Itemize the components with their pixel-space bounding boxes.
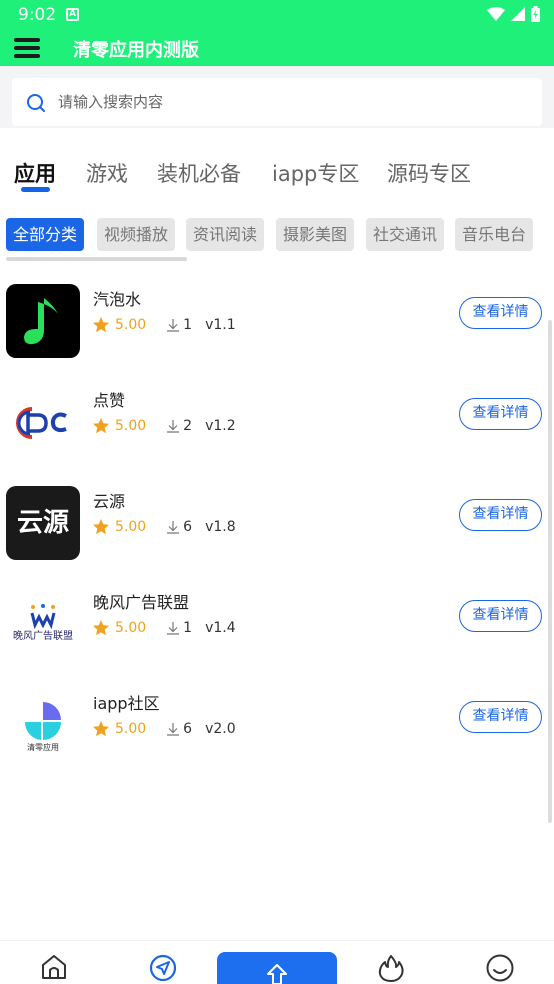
music-note-icon xyxy=(6,284,80,358)
list-item[interactable]: 清零应用 iapp社区 5.00 6 v2.0 查看详情 xyxy=(0,676,554,777)
app-meta: 5.00 6 v2.0 xyxy=(92,718,236,740)
app-rating: 5.00 xyxy=(115,418,147,434)
star-icon xyxy=(93,519,109,535)
fire-icon[interactable] xyxy=(377,953,405,983)
upload-icon xyxy=(267,964,287,984)
chip-news[interactable]: 资讯阅读 xyxy=(186,218,265,251)
chip-all[interactable]: 全部分类 xyxy=(6,218,85,251)
list-item[interactable]: 汽泡水 5.00 1 v1.1 查看详情 xyxy=(0,272,554,373)
app-version: v1.1 xyxy=(205,317,236,333)
app-version: v2.0 xyxy=(205,721,236,737)
app-version: v1.4 xyxy=(205,620,236,636)
status-bar: 9:02 A xyxy=(0,0,554,30)
list-scrollbar[interactable] xyxy=(548,320,552,823)
app-name: 点赞 xyxy=(93,391,126,410)
app-meta: 5.00 6 v1.8 xyxy=(92,516,236,538)
view-details-button[interactable]: 查看详情 xyxy=(459,398,542,430)
search-input[interactable] xyxy=(58,78,528,126)
app-rating: 5.00 xyxy=(115,620,147,636)
list-item[interactable]: 晚风广告联盟 晚风广告联盟 5.00 1 v1.4 查看详情 xyxy=(0,575,554,676)
app-meta: 5.00 2 v1.2 xyxy=(92,415,236,437)
app-rating: 5.00 xyxy=(115,721,147,737)
app-version: v1.8 xyxy=(205,519,236,535)
qingling-logo-icon: 清零应用 xyxy=(6,688,80,762)
menu-icon[interactable] xyxy=(14,38,40,60)
download-icon xyxy=(167,723,180,736)
page-title: 清零应用内测版 xyxy=(73,40,199,61)
app-rating: 5.00 xyxy=(115,519,147,535)
chip-video[interactable]: 视频播放 xyxy=(97,218,176,251)
download-icon xyxy=(167,420,180,433)
app-downloads: 1 xyxy=(183,620,193,636)
chip-music[interactable]: 音乐电台 xyxy=(455,218,534,251)
notification-icon: A xyxy=(66,8,79,21)
app-downloads: 6 xyxy=(183,519,193,535)
app-downloads: 2 xyxy=(183,418,193,434)
status-icons xyxy=(487,6,540,22)
app-name: 云源 xyxy=(93,492,126,511)
home-icon[interactable] xyxy=(40,953,68,981)
app-name: 汽泡水 xyxy=(93,290,142,309)
app-name: 晚风广告联盟 xyxy=(93,593,190,612)
active-tab-indicator xyxy=(21,187,50,192)
tab-essentials[interactable]: 装机必备 xyxy=(157,158,241,188)
wanfeng-logo-icon: 晚风广告联盟 xyxy=(6,587,80,661)
download-icon xyxy=(167,622,180,635)
chips-scrollbar[interactable] xyxy=(6,257,187,261)
search-icon xyxy=(27,94,45,112)
list-item[interactable]: 点赞 5.00 2 v1.2 查看详情 xyxy=(0,373,554,474)
search-box[interactable] xyxy=(12,78,542,126)
star-icon xyxy=(93,721,109,737)
list-item[interactable]: 云源 云源 5.00 6 v1.8 查看详情 xyxy=(0,474,554,575)
view-details-button[interactable]: 查看详情 xyxy=(459,499,542,531)
search-section xyxy=(0,66,554,128)
app-name: iapp社区 xyxy=(93,694,160,713)
signal-icon xyxy=(511,7,525,21)
download-icon xyxy=(167,319,180,332)
download-icon xyxy=(167,521,180,534)
app-version: v1.2 xyxy=(205,418,236,434)
subcategory-chips: 全部分类 视频播放 资讯阅读 摄影美图 社交通讯 音乐电台 xyxy=(6,218,554,252)
yunyuan-logo-icon: 云源 xyxy=(6,486,80,560)
smile-icon[interactable] xyxy=(485,953,515,983)
star-icon xyxy=(93,418,109,434)
app-bar: 清零应用内测版 xyxy=(0,30,554,66)
tab-iapp[interactable]: iapp专区 xyxy=(272,158,359,188)
battery-icon xyxy=(531,6,540,22)
app-downloads: 6 xyxy=(183,721,193,737)
view-details-button[interactable]: 查看详情 xyxy=(459,297,542,329)
chip-photo[interactable]: 摄影美图 xyxy=(276,218,355,251)
view-details-button[interactable]: 查看详情 xyxy=(459,600,542,632)
star-icon xyxy=(93,317,109,333)
navigation-icon[interactable] xyxy=(148,953,178,983)
app-downloads: 1 xyxy=(183,317,193,333)
wifi-icon xyxy=(487,7,505,21)
category-tabs: 应用 游戏 装机必备 iapp专区 源码专区 xyxy=(0,150,554,200)
app-meta: 5.00 1 v1.4 xyxy=(92,617,236,639)
tab-games[interactable]: 游戏 xyxy=(86,158,128,188)
upload-button[interactable] xyxy=(217,952,337,984)
tab-apps[interactable]: 应用 xyxy=(14,158,56,188)
bottom-nav xyxy=(0,940,554,984)
dc-logo-icon xyxy=(6,385,80,459)
app-rating: 5.00 xyxy=(115,317,147,333)
app-meta: 5.00 1 v1.1 xyxy=(92,314,236,336)
status-time: 9:02 xyxy=(18,5,57,25)
view-details-button[interactable]: 查看详情 xyxy=(459,701,542,733)
star-icon xyxy=(93,620,109,636)
tab-source-code[interactable]: 源码专区 xyxy=(387,158,471,188)
chip-social[interactable]: 社交通讯 xyxy=(366,218,445,251)
